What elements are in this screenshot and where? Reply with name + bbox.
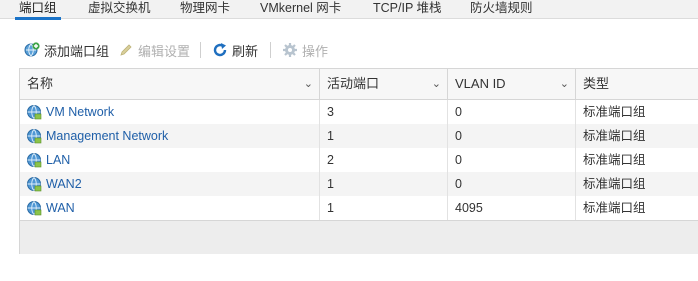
active-ports-cell: 1 <box>320 124 448 148</box>
toolbar-divider <box>200 42 201 58</box>
refresh-icon <box>213 43 227 57</box>
table-row[interactable]: Management Network 1 0 标准端口组 <box>20 124 698 148</box>
add-port-group-label: 添加端口组 <box>44 43 110 59</box>
port-group-name[interactable]: LAN <box>46 148 70 172</box>
type-cell: 标准端口组 <box>583 177 646 191</box>
table-row[interactable]: VM Network 3 0 标准端口组 <box>20 100 698 124</box>
tab-port-groups[interactable]: 端口组 <box>15 0 60 20</box>
toolbar-divider <box>270 42 271 58</box>
port-group-name-cell[interactable]: VM Network <box>20 100 320 124</box>
column-header-active-ports-label: 活动端口 <box>327 76 380 91</box>
port-group-name-cell[interactable]: WAN2 <box>20 172 320 196</box>
table-row[interactable]: LAN 2 0 标准端口组 <box>20 148 698 172</box>
vlan-id-cell: 0 <box>448 148 576 172</box>
add-port-group-button[interactable]: 添加端口组 <box>24 40 109 60</box>
active-ports-cell: 1 <box>320 196 448 220</box>
port-group-name[interactable]: VM Network <box>46 100 114 124</box>
edit-settings-label: 编辑设置 <box>138 43 191 59</box>
type-cell: 标准端口组 <box>583 105 646 119</box>
active-ports-cell: 2 <box>320 148 448 172</box>
type-cell: 标准端口组 <box>583 201 646 215</box>
port-group-name[interactable]: WAN2 <box>46 172 82 196</box>
column-header-vlan-id[interactable]: VLAN ID ⌄ <box>448 69 576 99</box>
pencil-icon <box>120 44 132 56</box>
vlan-id-cell: 0 <box>448 172 576 196</box>
network-globe-icon <box>27 129 42 144</box>
type-cell: 标准端口组 <box>583 153 646 167</box>
port-group-name-cell[interactable]: WAN <box>20 196 320 220</box>
port-groups-table: 名称 ⌄ 活动端口 ⌄ VLAN ID ⌄ 类型 VM Network 3 0 … <box>19 68 698 254</box>
toolbar: 添加端口组 编辑设置 刷新 操作 <box>0 36 698 64</box>
port-group-name-cell[interactable]: Management Network <box>20 124 320 148</box>
chevron-down-icon[interactable]: ⌄ <box>560 69 569 99</box>
column-header-vlan-id-label: VLAN ID <box>455 76 506 91</box>
edit-settings-button[interactable]: 编辑设置 <box>118 40 190 60</box>
add-network-icon <box>24 42 40 57</box>
type-cell: 标准端口组 <box>583 129 646 143</box>
column-header-name[interactable]: 名称 ⌄ <box>20 69 320 99</box>
actions-button[interactable]: 操作 <box>282 40 328 60</box>
refresh-label: 刷新 <box>232 43 259 59</box>
column-header-name-label: 名称 <box>27 76 54 91</box>
tab-virtual-switches[interactable]: 虚拟交换机 <box>88 0 151 19</box>
network-globe-icon <box>27 153 42 168</box>
vlan-id-cell: 0 <box>448 100 576 124</box>
active-ports-cell: 3 <box>320 100 448 124</box>
actions-label: 操作 <box>302 43 329 59</box>
active-ports-cell: 1 <box>320 172 448 196</box>
tab-firewall-rules[interactable]: 防火墙规则 <box>470 0 533 19</box>
vlan-id-cell: 4095 <box>448 196 576 220</box>
network-globe-icon <box>27 105 42 120</box>
port-group-name-cell[interactable]: LAN <box>20 148 320 172</box>
chevron-down-icon[interactable]: ⌄ <box>304 69 313 99</box>
refresh-button[interactable]: 刷新 <box>212 40 258 60</box>
tab-physical-nics[interactable]: 物理网卡 <box>180 0 230 19</box>
port-group-name[interactable]: WAN <box>46 196 75 220</box>
chevron-down-icon[interactable]: ⌄ <box>432 69 441 99</box>
tab-tcpip-stacks[interactable]: TCP/IP 堆栈 <box>373 0 442 19</box>
port-group-name[interactable]: Management Network <box>46 124 168 148</box>
column-header-active-ports[interactable]: 活动端口 ⌄ <box>320 69 448 99</box>
tab-vmkernel-nics[interactable]: VMkernel 网卡 <box>260 0 341 19</box>
table-row[interactable]: WAN2 1 0 标准端口组 <box>20 172 698 196</box>
gear-icon <box>283 43 297 57</box>
column-header-type-label: 类型 <box>583 76 610 91</box>
column-header-type[interactable]: 类型 <box>576 69 698 99</box>
tab-bar: 端口组 虚拟交换机 物理网卡 VMkernel 网卡 TCP/IP 堆栈 防火墙… <box>0 0 698 20</box>
network-globe-icon <box>27 177 42 192</box>
table-row[interactable]: WAN 1 4095 标准端口组 <box>20 196 698 220</box>
vlan-id-cell: 0 <box>448 124 576 148</box>
network-globe-icon <box>27 201 42 216</box>
table-empty-area <box>20 220 698 254</box>
table-header: 名称 ⌄ 活动端口 ⌄ VLAN ID ⌄ 类型 <box>20 69 698 100</box>
